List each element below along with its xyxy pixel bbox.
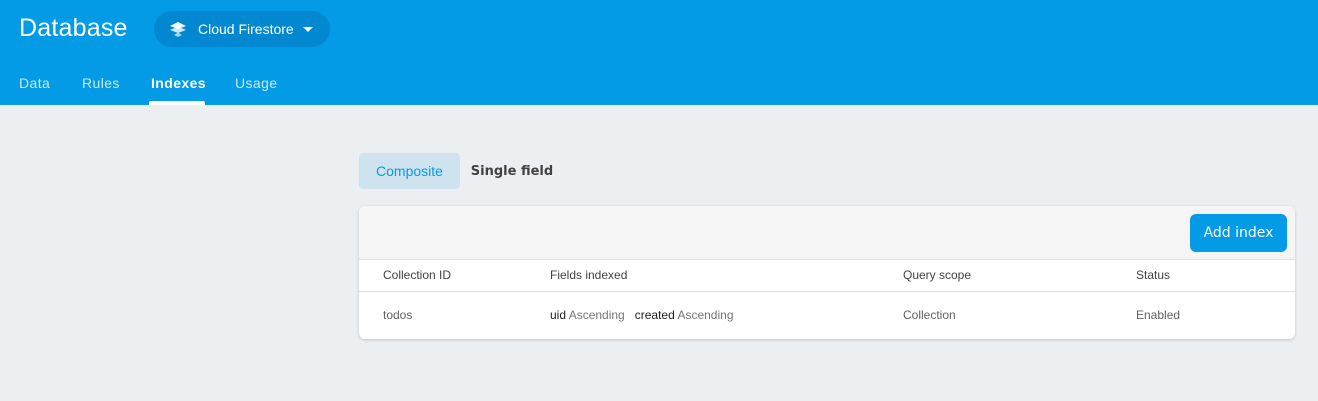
tab-usage[interactable]: Usage bbox=[235, 75, 277, 91]
database-selector[interactable]: Cloud Firestore bbox=[154, 11, 330, 47]
app-header: Database Cloud Firestore Data Rules Inde… bbox=[0, 0, 1318, 105]
column-header-fields-indexed: Fields indexed bbox=[550, 268, 628, 282]
chevron-down-icon bbox=[303, 27, 313, 32]
tab-indexes[interactable]: Indexes bbox=[151, 75, 206, 91]
cell-collection-id: todos bbox=[383, 308, 413, 322]
tab-data[interactable]: Data bbox=[19, 75, 50, 91]
field-order: Ascending bbox=[568, 308, 625, 322]
subtab-single-field[interactable]: Single field bbox=[466, 153, 558, 189]
active-tab-indicator bbox=[149, 101, 205, 105]
column-header-collection-id: Collection ID bbox=[383, 268, 452, 282]
firestore-icon bbox=[170, 22, 186, 37]
field-name: uid bbox=[550, 308, 567, 322]
tab-rules[interactable]: Rules bbox=[82, 75, 120, 91]
field-order: Ascending bbox=[677, 308, 734, 322]
cell-query-scope: Collection bbox=[903, 308, 956, 322]
page-title: Database bbox=[19, 14, 128, 42]
card-toolbar: Add index bbox=[359, 206, 1295, 260]
cell-fields-indexed: uid Ascending created Ascending bbox=[550, 308, 734, 322]
field-name: created bbox=[634, 308, 675, 322]
indexes-card: Add index Collection ID Fields indexed Q… bbox=[359, 206, 1295, 339]
cell-status: Enabled bbox=[1136, 308, 1181, 322]
column-header-status: Status bbox=[1136, 268, 1171, 282]
database-selector-label: Cloud Firestore bbox=[198, 21, 294, 37]
column-header-query-scope: Query scope bbox=[903, 268, 972, 282]
subtab-composite[interactable]: Composite bbox=[359, 153, 460, 189]
add-index-button[interactable]: Add index bbox=[1190, 214, 1287, 252]
header-divider bbox=[359, 291, 1295, 292]
